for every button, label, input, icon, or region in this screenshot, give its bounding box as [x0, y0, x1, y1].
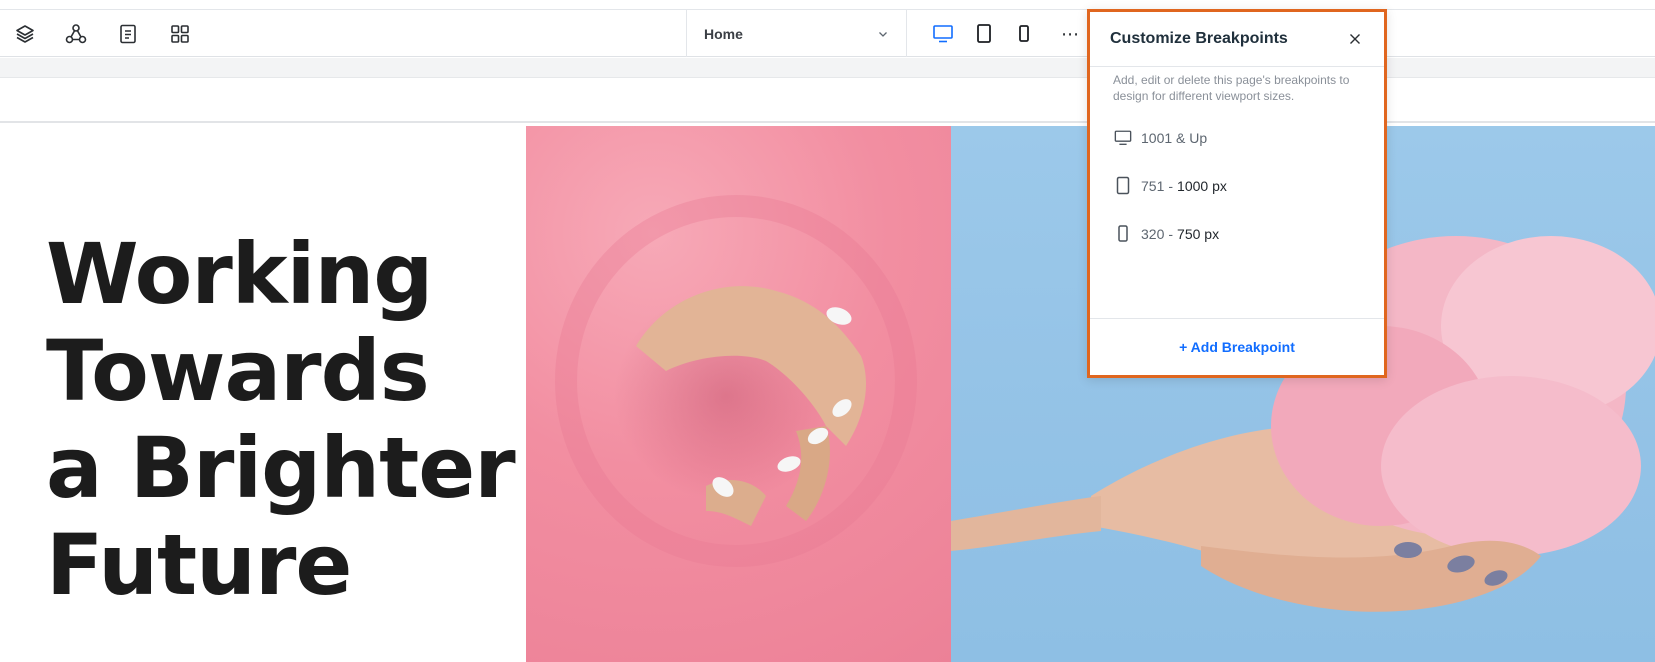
- hero-heading[interactable]: Working Towards a Brighter Future: [46, 226, 516, 614]
- site-header-section[interactable]: [0, 79, 1655, 123]
- pink-sand-hand-illustration: [555, 195, 917, 567]
- tablet-icon: [975, 23, 993, 50]
- editor-top-toolbar: Home ⋯: [0, 9, 1655, 62]
- breakpoint-range-label: 1001 & Up: [1141, 130, 1208, 146]
- close-icon[interactable]: [1346, 30, 1364, 48]
- page-icon[interactable]: [116, 22, 140, 46]
- breakpoint-item-tablet[interactable]: 751 - 1000 px: [1114, 172, 1364, 200]
- page-selector-value: Home: [704, 25, 743, 42]
- mobile-breakpoint-button[interactable]: [1006, 16, 1042, 56]
- hero-heading-line: Working: [46, 225, 433, 323]
- breakpoint-item-desktop[interactable]: 1001 & Up: [1114, 124, 1364, 152]
- top-ruler: [0, 58, 1655, 78]
- more-options-button[interactable]: ⋯: [1056, 20, 1084, 48]
- desktop-icon: [1114, 128, 1132, 148]
- add-breakpoint-button[interactable]: + Add Breakpoint: [1179, 339, 1295, 355]
- chevron-down-icon: [877, 28, 889, 40]
- apps-grid-icon[interactable]: [168, 22, 192, 46]
- layers-icon[interactable]: [13, 22, 37, 46]
- desktop-icon: [932, 24, 954, 49]
- hero-heading-line: Towards: [46, 322, 430, 420]
- panel-header: Customize Breakpoints: [1090, 12, 1384, 67]
- panel-title: Customize Breakpoints: [1110, 30, 1288, 47]
- panel-footer: + Add Breakpoint: [1090, 318, 1384, 375]
- mobile-icon: [1017, 24, 1031, 49]
- breakpoint-range-separator: -: [1168, 178, 1174, 194]
- breakpoint-item-mobile[interactable]: 320 - 750 px: [1114, 220, 1364, 248]
- breakpoint-range-start: 320: [1141, 226, 1165, 242]
- tablet-icon: [1114, 176, 1132, 196]
- mobile-icon: [1114, 224, 1132, 244]
- desktop-breakpoint-button[interactable]: [925, 16, 961, 62]
- breakpoint-range-start: 751: [1141, 178, 1165, 194]
- hero-heading-line: a Brighter: [46, 419, 516, 517]
- page-selector-dropdown[interactable]: Home: [686, 10, 907, 57]
- hero-heading-line: Future: [46, 516, 352, 614]
- pink-sand-hand-image[interactable]: [526, 126, 951, 662]
- breakpoint-range-end: 750 px: [1177, 226, 1220, 242]
- breakpoint-range-separator: -: [1168, 226, 1174, 242]
- panel-description: Add, edit or delete this page's breakpoi…: [1113, 73, 1350, 103]
- tablet-breakpoint-button[interactable]: [966, 16, 1002, 56]
- breakpoint-range-end: 1000 px: [1177, 178, 1227, 194]
- customize-breakpoints-panel: Customize Breakpoints Add, edit or delet…: [1087, 9, 1387, 378]
- connect-nodes-icon[interactable]: [64, 22, 88, 46]
